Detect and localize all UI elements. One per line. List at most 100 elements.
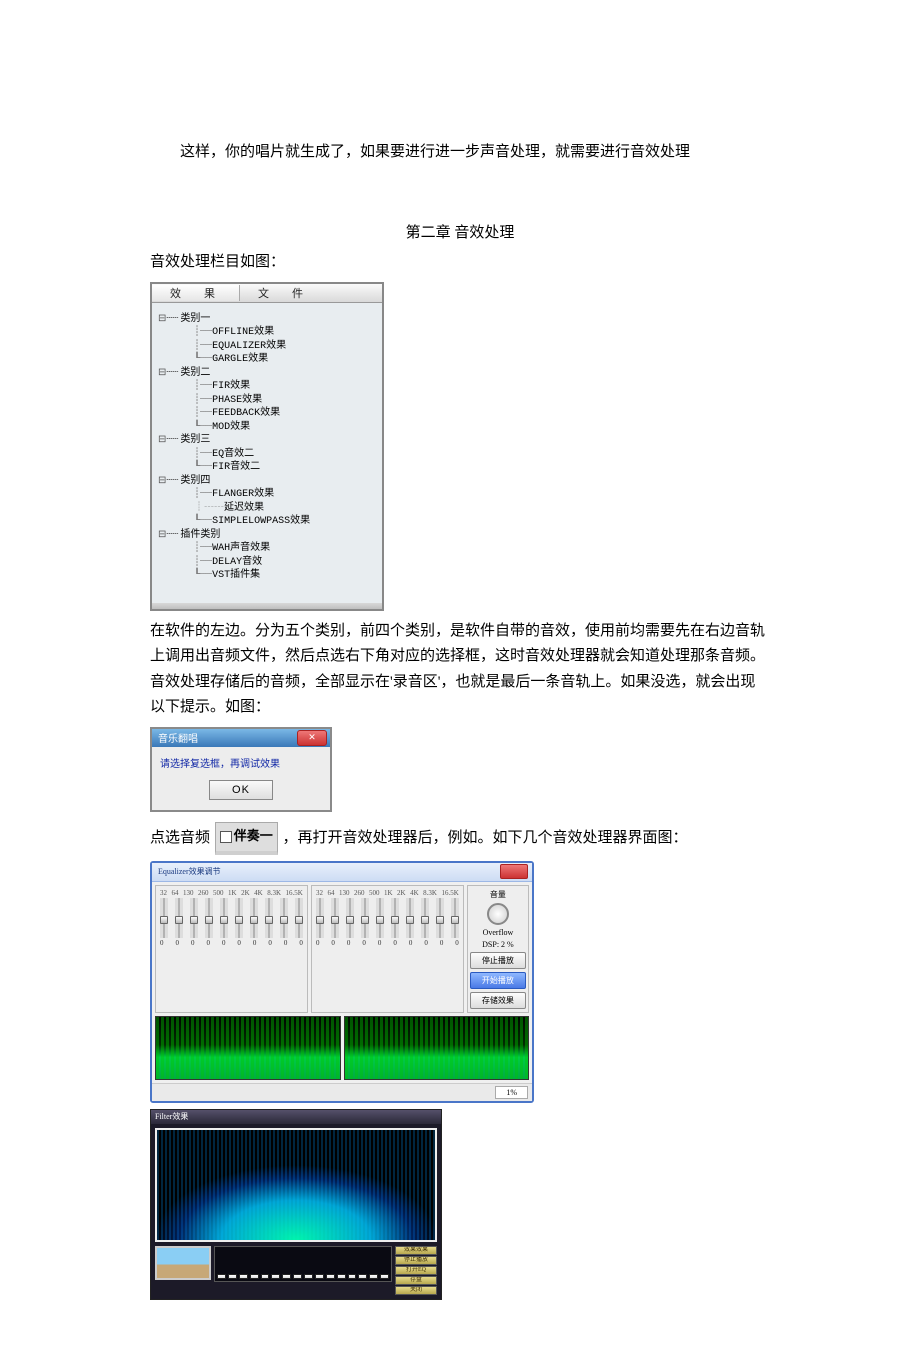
- eq-slider[interactable]: [391, 898, 399, 938]
- dialog-title-text: 音乐翻唱: [158, 730, 198, 745]
- start-button[interactable]: 开始播放: [470, 972, 526, 989]
- filter-open-eq-button[interactable]: 打开EQ: [395, 1266, 437, 1275]
- filter-effect-button[interactable]: 效果效果: [395, 1246, 437, 1255]
- dialog-titlebar: 音乐翻唱 ✕: [152, 729, 330, 747]
- freq-label: 16.5K: [441, 889, 458, 897]
- eq-title-text: Equalizer效果调节: [158, 866, 221, 877]
- tree-item[interactable]: VST插件集: [212, 570, 260, 581]
- tree-cat-1[interactable]: 类别一: [180, 314, 210, 325]
- eq-slider[interactable]: [421, 898, 429, 938]
- val-label: 0: [175, 939, 179, 947]
- tree-cat-2[interactable]: 类别二: [180, 368, 210, 379]
- accompaniment-checkbox-label[interactable]: 伴奏一: [215, 822, 278, 855]
- freq-label: 4K: [254, 889, 263, 897]
- eq-slider[interactable]: [436, 898, 444, 938]
- filter-body: 效果效果 停止播放 打开EQ 存盘 关闭: [151, 1124, 441, 1299]
- freq-label: 16.5K: [286, 889, 303, 897]
- eq-slider[interactable]: [160, 898, 168, 938]
- val-label: 0: [331, 939, 335, 947]
- eq-sliders: [159, 898, 304, 938]
- freq-label: 8.3K: [267, 889, 281, 897]
- filter-titlebar: Filter效果: [151, 1110, 441, 1124]
- val-label: 0: [299, 939, 303, 947]
- eq-slider[interactable]: [406, 898, 414, 938]
- tree-item[interactable]: FIR音效二: [212, 462, 260, 473]
- val-labels: 0000000000: [159, 938, 304, 947]
- eq-slider[interactable]: [250, 898, 258, 938]
- tree-item[interactable]: SIMPLELOWPASS效果: [212, 516, 310, 527]
- eq-slider[interactable]: [190, 898, 198, 938]
- tab-effects[interactable]: 效 果: [152, 285, 240, 301]
- eq-slider[interactable]: [451, 898, 459, 938]
- eq-slider[interactable]: [205, 898, 213, 938]
- eq-slider[interactable]: [346, 898, 354, 938]
- eq-bank-right: 32641302605001K2K4K8.3K16.5K 0000000000: [311, 885, 464, 1013]
- tree-cat-4[interactable]: 类别四: [180, 476, 210, 487]
- filter-lower-row: 效果效果 停止播放 打开EQ 存盘 关闭: [155, 1246, 437, 1295]
- val-label: 0: [191, 939, 195, 947]
- volume-knob[interactable]: [487, 903, 509, 925]
- eq-slider[interactable]: [361, 898, 369, 938]
- tree-item[interactable]: DELAY音效: [212, 557, 262, 568]
- eq-slider[interactable]: [331, 898, 339, 938]
- tree-item[interactable]: FEEDBACK效果: [212, 408, 280, 419]
- tree-item[interactable]: EQUALIZER效果: [212, 341, 286, 352]
- val-label: 0: [362, 939, 366, 947]
- filter-save-button[interactable]: 存盘: [395, 1276, 437, 1285]
- tree-item[interactable]: 延迟效果: [224, 503, 264, 514]
- freq-label: 8.3K: [423, 889, 437, 897]
- freq-label: 4K: [410, 889, 419, 897]
- spectrogram-view: [155, 1128, 437, 1242]
- freq-labels: 32641302605001K2K4K8.3K16.5K: [159, 889, 304, 898]
- tree-item[interactable]: WAH声音效果: [212, 543, 270, 554]
- paragraph-3: 在软件的左边。分为五个类别，前四个类别，是软件自带的音效，使用前均需要先在右边音…: [150, 619, 770, 721]
- tree-item[interactable]: FLANGER效果: [212, 489, 274, 500]
- freq-label: 64: [172, 889, 179, 897]
- filter-close-button[interactable]: 关闭: [395, 1286, 437, 1295]
- freq-label: 1K: [384, 889, 393, 897]
- eq-slider[interactable]: [265, 898, 273, 938]
- stop-button[interactable]: 停止播放: [470, 952, 526, 969]
- eq-slider[interactable]: [295, 898, 303, 938]
- eq-slider[interactable]: [235, 898, 243, 938]
- panel-footer: [152, 603, 382, 609]
- val-label: 0: [393, 939, 397, 947]
- tree-cat-5[interactable]: 插件类别: [180, 530, 220, 541]
- eq-slider[interactable]: [220, 898, 228, 938]
- tree-item[interactable]: EQ音效二: [212, 449, 254, 460]
- spectrum-right: [344, 1016, 530, 1080]
- tree-item[interactable]: GARGLE效果: [212, 354, 268, 365]
- tree-cat-3[interactable]: 类别三: [180, 435, 210, 446]
- filter-button-column: 效果效果 停止播放 打开EQ 存盘 关闭: [395, 1246, 437, 1295]
- ok-button[interactable]: OK: [209, 780, 273, 800]
- checkbox-icon[interactable]: [220, 831, 232, 843]
- eq-slider[interactable]: [280, 898, 288, 938]
- freq-label: 32: [316, 889, 323, 897]
- dialog-message: 请选择复选框，再调试效果: [160, 755, 322, 770]
- val-label: 0: [440, 939, 444, 947]
- freq-label: 500: [369, 889, 380, 897]
- eq-bank-left: 32641302605001K2K4K8.3K16.5K 0000000000: [155, 885, 308, 1013]
- freq-label: 32: [160, 889, 167, 897]
- eq-spectrums: [152, 1016, 532, 1083]
- save-effect-button[interactable]: 存储效果: [470, 992, 526, 1009]
- eq-slider[interactable]: [316, 898, 324, 938]
- paragraph-2: 音效处理栏目如图：: [150, 250, 770, 276]
- eq-slider[interactable]: [376, 898, 384, 938]
- val-label: 0: [316, 939, 320, 947]
- close-icon[interactable]: [500, 864, 528, 879]
- val-label: 0: [160, 939, 164, 947]
- tree-item[interactable]: OFFLINE效果: [212, 327, 274, 338]
- eq-bar-display: [214, 1246, 392, 1282]
- eq-statusbar: 1%: [152, 1083, 532, 1101]
- close-icon[interactable]: ✕: [297, 730, 327, 746]
- tree-item[interactable]: MOD效果: [212, 422, 250, 433]
- tree-item[interactable]: FIR效果: [212, 381, 250, 392]
- tab-file[interactable]: 文 件: [240, 285, 327, 301]
- tree-item[interactable]: PHASE效果: [212, 395, 262, 406]
- val-label: 0: [424, 939, 428, 947]
- freq-label: 2K: [241, 889, 250, 897]
- freq-label: 130: [339, 889, 350, 897]
- eq-slider[interactable]: [175, 898, 183, 938]
- filter-stop-button[interactable]: 停止播放: [395, 1256, 437, 1265]
